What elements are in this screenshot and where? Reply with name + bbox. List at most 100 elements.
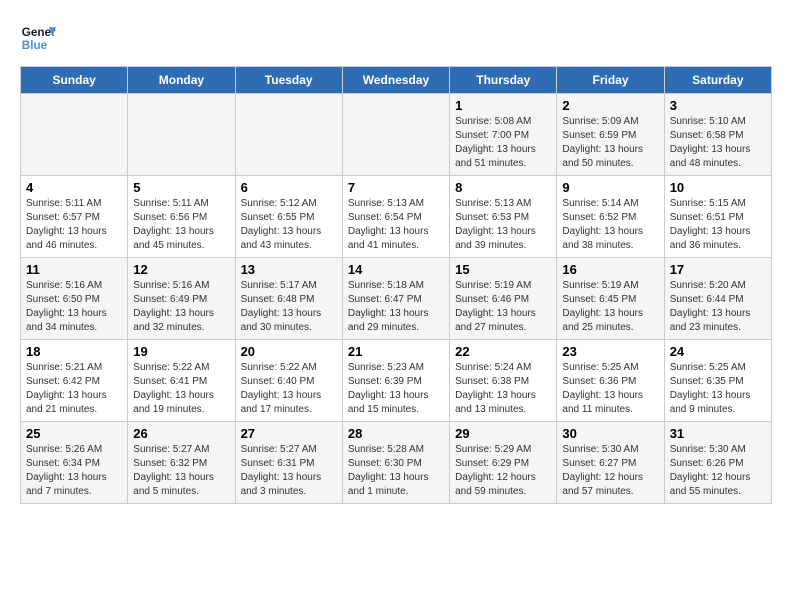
weekday-header: Saturday	[664, 67, 771, 94]
calendar-cell: 10 Sunrise: 5:15 AM Sunset: 6:51 PM Dayli…	[664, 176, 771, 258]
calendar-week-row: 25 Sunrise: 5:26 AM Sunset: 6:34 PM Dayli…	[21, 422, 772, 504]
day-info: Sunrise: 5:21 AM Sunset: 6:42 PM Dayligh…	[26, 361, 122, 417]
calendar-table: SundayMondayTuesdayWednesdayThursdayFrid…	[20, 66, 772, 504]
calendar-cell	[21, 94, 128, 176]
calendar-cell: 12 Sunrise: 5:16 AM Sunset: 6:49 PM Dayli…	[128, 258, 235, 340]
calendar-cell: 31 Sunrise: 5:30 AM Sunset: 6:26 PM Dayli…	[664, 422, 771, 504]
weekday-header: Tuesday	[235, 67, 342, 94]
calendar-cell	[128, 94, 235, 176]
logo-icon: General Blue	[20, 20, 56, 56]
day-number: 4	[26, 180, 122, 195]
day-info: Sunrise: 5:27 AM Sunset: 6:32 PM Dayligh…	[133, 443, 229, 499]
day-info: Sunrise: 5:19 AM Sunset: 6:46 PM Dayligh…	[455, 279, 551, 335]
day-number: 6	[241, 180, 337, 195]
day-number: 5	[133, 180, 229, 195]
calendar-cell: 9 Sunrise: 5:14 AM Sunset: 6:52 PM Daylig…	[557, 176, 664, 258]
day-number: 1	[455, 98, 551, 113]
day-number: 3	[670, 98, 766, 113]
calendar-week-row: 1Sunrise: 5:08 AM Sunset: 7:00 PM Daylig…	[21, 94, 772, 176]
calendar-cell: 4 Sunrise: 5:11 AM Sunset: 6:57 PM Daylig…	[21, 176, 128, 258]
day-number: 13	[241, 262, 337, 277]
calendar-cell: 13 Sunrise: 5:17 AM Sunset: 6:48 PM Dayli…	[235, 258, 342, 340]
day-info: Sunrise: 5:13 AM Sunset: 6:53 PM Dayligh…	[455, 197, 551, 253]
day-number: 23	[562, 344, 658, 359]
calendar-cell: 6 Sunrise: 5:12 AM Sunset: 6:55 PM Daylig…	[235, 176, 342, 258]
day-number: 28	[348, 426, 444, 441]
day-info: Sunrise: 5:29 AM Sunset: 6:29 PM Dayligh…	[455, 443, 551, 499]
day-info: Sunrise: 5:11 AM Sunset: 6:57 PM Dayligh…	[26, 197, 122, 253]
day-number: 15	[455, 262, 551, 277]
day-info: Sunrise: 5:16 AM Sunset: 6:49 PM Dayligh…	[133, 279, 229, 335]
day-number: 29	[455, 426, 551, 441]
day-info: Sunrise: 5:17 AM Sunset: 6:48 PM Dayligh…	[241, 279, 337, 335]
day-info: Sunrise: 5:15 AM Sunset: 6:51 PM Dayligh…	[670, 197, 766, 253]
calendar-cell: 7 Sunrise: 5:13 AM Sunset: 6:54 PM Daylig…	[342, 176, 449, 258]
calendar-cell: 1Sunrise: 5:08 AM Sunset: 7:00 PM Daylig…	[450, 94, 557, 176]
day-number: 14	[348, 262, 444, 277]
calendar-cell: 3 Sunrise: 5:10 AM Sunset: 6:58 PM Daylig…	[664, 94, 771, 176]
calendar-cell: 20Sunrise: 5:22 AM Sunset: 6:40 PM Dayli…	[235, 340, 342, 422]
day-info: Sunrise: 5:10 AM Sunset: 6:58 PM Dayligh…	[670, 115, 766, 171]
day-info: Sunrise: 5:13 AM Sunset: 6:54 PM Dayligh…	[348, 197, 444, 253]
day-number: 26	[133, 426, 229, 441]
day-info: Sunrise: 5:14 AM Sunset: 6:52 PM Dayligh…	[562, 197, 658, 253]
calendar-cell: 17Sunrise: 5:20 AM Sunset: 6:44 PM Dayli…	[664, 258, 771, 340]
calendar-cell: 16Sunrise: 5:19 AM Sunset: 6:45 PM Dayli…	[557, 258, 664, 340]
weekday-header: Monday	[128, 67, 235, 94]
calendar-cell: 2 Sunrise: 5:09 AM Sunset: 6:59 PM Daylig…	[557, 94, 664, 176]
day-info: Sunrise: 5:27 AM Sunset: 6:31 PM Dayligh…	[241, 443, 337, 499]
day-info: Sunrise: 5:12 AM Sunset: 6:55 PM Dayligh…	[241, 197, 337, 253]
weekday-header: Thursday	[450, 67, 557, 94]
day-info: Sunrise: 5:28 AM Sunset: 6:30 PM Dayligh…	[348, 443, 444, 499]
calendar-week-row: 18 Sunrise: 5:21 AM Sunset: 6:42 PM Dayli…	[21, 340, 772, 422]
day-info: Sunrise: 5:11 AM Sunset: 6:56 PM Dayligh…	[133, 197, 229, 253]
day-number: 19	[133, 344, 229, 359]
calendar-cell: 21Sunrise: 5:23 AM Sunset: 6:39 PM Dayli…	[342, 340, 449, 422]
calendar-week-row: 4 Sunrise: 5:11 AM Sunset: 6:57 PM Daylig…	[21, 176, 772, 258]
day-number: 17	[670, 262, 766, 277]
calendar-cell: 19Sunrise: 5:22 AM Sunset: 6:41 PM Dayli…	[128, 340, 235, 422]
calendar-cell: 22Sunrise: 5:24 AM Sunset: 6:38 PM Dayli…	[450, 340, 557, 422]
calendar-cell: 28 Sunrise: 5:28 AM Sunset: 6:30 PM Dayli…	[342, 422, 449, 504]
day-number: 24	[670, 344, 766, 359]
day-number: 8	[455, 180, 551, 195]
day-number: 12	[133, 262, 229, 277]
calendar-week-row: 11 Sunrise: 5:16 AM Sunset: 6:50 PM Dayli…	[21, 258, 772, 340]
day-number: 22	[455, 344, 551, 359]
day-number: 10	[670, 180, 766, 195]
day-info: Sunrise: 5:25 AM Sunset: 6:35 PM Dayligh…	[670, 361, 766, 417]
calendar-cell: 15 Sunrise: 5:19 AM Sunset: 6:46 PM Dayli…	[450, 258, 557, 340]
calendar-cell: 23 Sunrise: 5:25 AM Sunset: 6:36 PM Dayli…	[557, 340, 664, 422]
svg-text:Blue: Blue	[22, 39, 48, 52]
day-info: Sunrise: 5:16 AM Sunset: 6:50 PM Dayligh…	[26, 279, 122, 335]
day-number: 18	[26, 344, 122, 359]
calendar-cell	[235, 94, 342, 176]
day-info: Sunrise: 5:09 AM Sunset: 6:59 PM Dayligh…	[562, 115, 658, 171]
day-number: 25	[26, 426, 122, 441]
calendar-cell: 29 Sunrise: 5:29 AM Sunset: 6:29 PM Dayli…	[450, 422, 557, 504]
day-number: 20	[241, 344, 337, 359]
day-number: 16	[562, 262, 658, 277]
calendar-cell	[342, 94, 449, 176]
calendar-cell: 26 Sunrise: 5:27 AM Sunset: 6:32 PM Dayli…	[128, 422, 235, 504]
day-info: Sunrise: 5:30 AM Sunset: 6:27 PM Dayligh…	[562, 443, 658, 499]
day-number: 27	[241, 426, 337, 441]
calendar-cell: 25 Sunrise: 5:26 AM Sunset: 6:34 PM Dayli…	[21, 422, 128, 504]
calendar-cell: 14Sunrise: 5:18 AM Sunset: 6:47 PM Dayli…	[342, 258, 449, 340]
header: General Blue	[20, 20, 772, 56]
calendar-cell: 11 Sunrise: 5:16 AM Sunset: 6:50 PM Dayli…	[21, 258, 128, 340]
day-number: 2	[562, 98, 658, 113]
day-info: Sunrise: 5:25 AM Sunset: 6:36 PM Dayligh…	[562, 361, 658, 417]
day-number: 7	[348, 180, 444, 195]
weekday-header-row: SundayMondayTuesdayWednesdayThursdayFrid…	[21, 67, 772, 94]
weekday-header: Friday	[557, 67, 664, 94]
day-info: Sunrise: 5:30 AM Sunset: 6:26 PM Dayligh…	[670, 443, 766, 499]
day-info: Sunrise: 5:23 AM Sunset: 6:39 PM Dayligh…	[348, 361, 444, 417]
calendar-cell: 24 Sunrise: 5:25 AM Sunset: 6:35 PM Dayli…	[664, 340, 771, 422]
day-number: 31	[670, 426, 766, 441]
day-number: 9	[562, 180, 658, 195]
day-number: 11	[26, 262, 122, 277]
day-info: Sunrise: 5:26 AM Sunset: 6:34 PM Dayligh…	[26, 443, 122, 499]
day-number: 30	[562, 426, 658, 441]
weekday-header: Sunday	[21, 67, 128, 94]
